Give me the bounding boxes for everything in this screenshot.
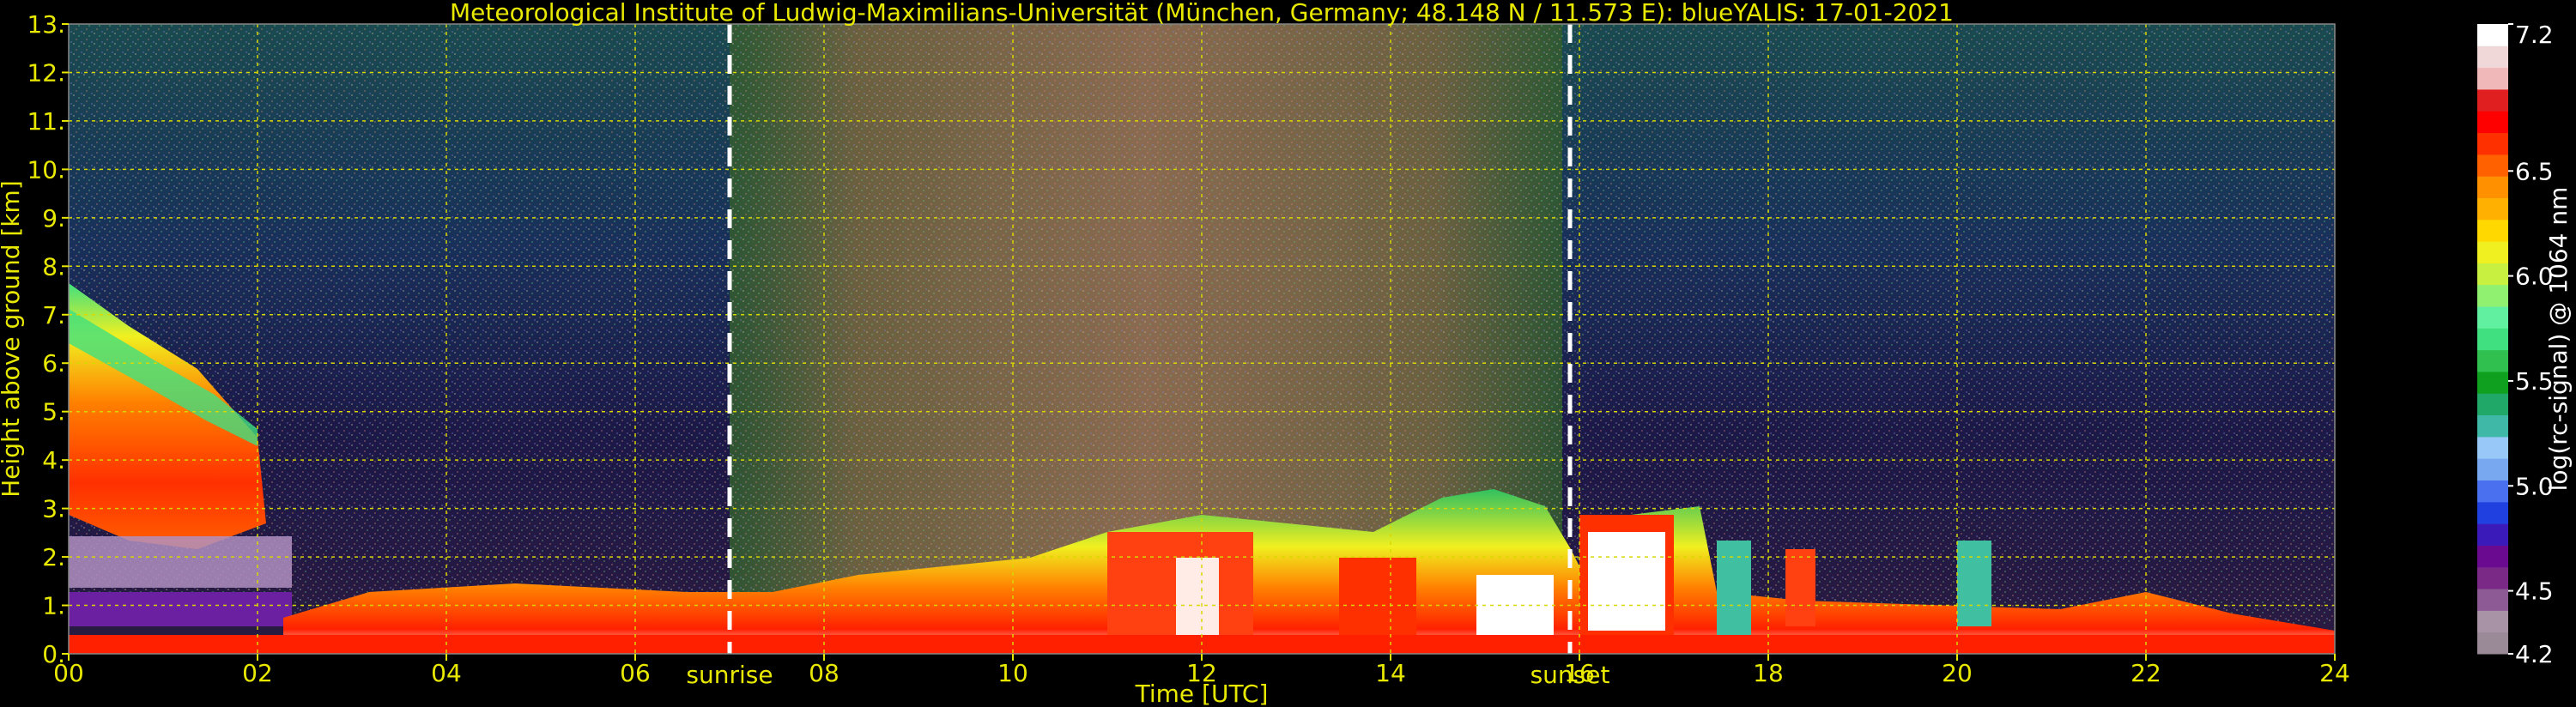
colorbar-swatch [2477,414,2508,438]
y-tick-label: 2. [42,543,65,571]
colorbar-swatch [2477,371,2508,394]
evening-cloud-4 [1785,549,1815,626]
colorbar-swatch [2477,219,2508,242]
colorbar-swatch [2477,24,2508,46]
y-tick-label: 13. [27,10,65,39]
colorbar-swatch [2477,631,2508,655]
colorbar-label: log(rc-signal) @ 1064 nm [2544,187,2573,492]
sunrise-label: sunrise [686,661,773,689]
colorbar-swatch [2477,589,2508,611]
x-axis-label: Time [UTC] [1135,680,1269,707]
colorbar-swatch [2477,523,2508,546]
colorbar-tick-label: 4.2 [2515,640,2554,668]
y-tick-label: 8. [42,252,65,281]
x-tick-label: 04 [431,659,462,687]
colorbar-swatch [2477,545,2508,568]
x-tick-label: 16 [1564,659,1595,687]
colorbar-swatch [2477,610,2508,633]
colorbar-swatch [2477,284,2508,307]
colorbar-tick-label: 4.5 [2515,577,2554,606]
evening-cloud-3 [1717,541,1751,635]
y-tick-label: 1. [42,592,65,620]
x-tick-label: 02 [242,659,273,687]
colorbar-swatch [2477,176,2508,198]
colorbar-swatch [2477,349,2508,372]
convective-cell-3 [1339,558,1416,635]
colorbar-swatch [2477,306,2508,329]
colorbar-swatch [2477,111,2508,134]
y-tick-label: 9. [42,204,65,233]
y-tick-label: 11. [27,107,65,136]
colorbar-tick-label: 6.5 [2515,157,2554,185]
colorbar-swatch [2477,263,2508,286]
x-tick-label: 10 [997,659,1028,687]
colorbar-swatch [2477,132,2508,155]
colorbar-swatch [2477,393,2508,416]
x-tick-label: 24 [2319,659,2350,687]
colorbar-swatch [2477,328,2508,351]
residual-layer-lilac [69,536,292,588]
evening-cloud-5 [1957,541,1991,626]
y-axis-ticks: 0. 1. 2. 3. 4. 5. 6. 7. 8. 9. 10. 11. 12. 13. [27,10,69,668]
colorbar-swatch [2477,458,2508,481]
chart-title: Meteorological Institute of Ludwig-Maxim… [450,0,1954,27]
colorbar-swatch [2477,480,2508,503]
y-tick-label: 6. [42,349,65,378]
colorbar-swatch [2477,436,2508,459]
x-tick-label: 06 [620,659,651,687]
colorbar-swatch [2477,88,2508,112]
colorbar-swatch [2477,241,2508,263]
x-tick-label: 22 [2131,659,2161,687]
colorbar-swatch [2477,197,2508,221]
y-tick-label: 7. [42,301,65,329]
y-tick-label: 4. [42,446,65,474]
y-tick-label: 10. [27,155,65,184]
residual-layer-violet [69,592,292,626]
y-tick-label: 3. [42,495,65,523]
colorbar-swatch [2477,154,2508,177]
y-tick-label: 12. [27,58,65,87]
colorbar-tick-label: 7.2 [2515,21,2554,49]
colorbar-swatch [2477,501,2508,524]
colorbar [2477,24,2508,655]
y-tick-label: 5. [42,398,65,426]
colorbar-swatch [2477,566,2508,589]
y-axis-label: Height above ground [km] [0,180,25,498]
x-tick-label: 14 [1375,659,1406,687]
lidar-chart: sunrise sunset 00 02 04 06 08 10 12 14 16 18 20 22 24… [0,0,2573,707]
x-tick-label: 08 [809,659,839,687]
convective-cell-2 [1176,558,1219,635]
colorbar-swatch [2477,67,2508,90]
y-tick-label: 0. [42,640,65,668]
x-tick-label: 18 [1753,659,1784,687]
x-tick-label: 20 [1942,659,1973,687]
evening-cloud-2 [1588,532,1665,631]
colorbar-swatch [2477,45,2508,69]
